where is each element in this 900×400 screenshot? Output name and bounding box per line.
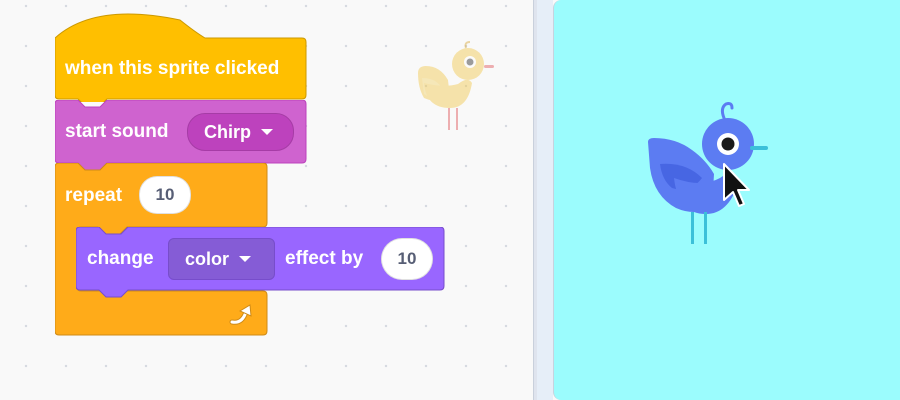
effect-dropdown-value: color [185, 248, 230, 269]
effect-dropdown[interactable]: color [168, 238, 275, 280]
sound-dropdown[interactable]: Chirp [187, 113, 294, 151]
pane-divider [537, 0, 553, 400]
chevron-down-icon [261, 129, 273, 135]
chevron-down-icon [239, 256, 252, 262]
stage[interactable] [553, 0, 900, 400]
sound-dropdown-value: Chirp [204, 121, 251, 142]
hat-block-label: when this sprite clicked [65, 58, 280, 79]
mouse-pointer-icon [723, 163, 750, 207]
effect-by-label: effect by [285, 248, 364, 269]
loop-arrow-icon [229, 304, 252, 325]
effect-amount-input[interactable]: 10 [381, 238, 433, 280]
start-sound-label: start sound [65, 121, 169, 142]
sprite-thumbnail-bird-icon [418, 41, 494, 130]
stage-bird-sprite-icon[interactable] [646, 98, 776, 248]
repeat-label: repeat [65, 185, 123, 206]
repeat-count-input[interactable]: 10 [139, 176, 191, 214]
code-workspace[interactable]: when this sprite clicked start sound Chi… [0, 0, 533, 400]
when-sprite-clicked-block[interactable] [55, 10, 310, 102]
change-label: change [87, 248, 154, 269]
